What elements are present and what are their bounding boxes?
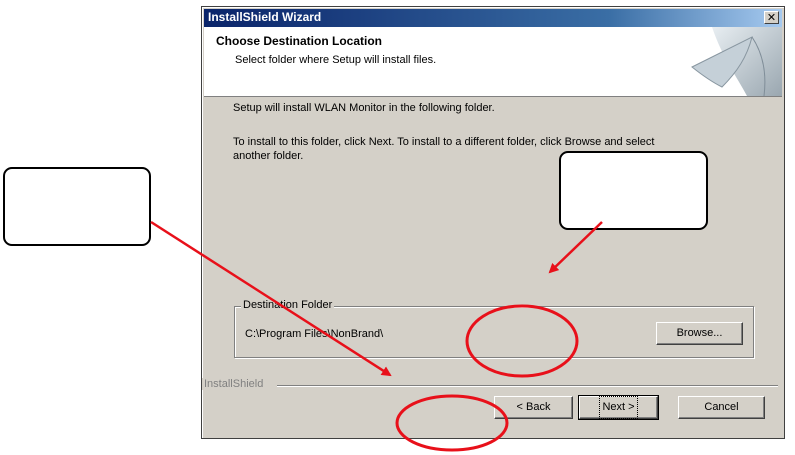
destination-folder-legend: Destination Folder (241, 299, 335, 311)
page-title: Choose Destination Location (216, 34, 383, 48)
browse-button[interactable]: Browse... (656, 322, 743, 345)
footer-divider (277, 385, 778, 387)
instruction-text-line2: another folder. (233, 150, 304, 162)
title-bar[interactable]: InstallShield Wizard ✕ (204, 9, 782, 27)
wizard-header: Choose Destination Location Select folde… (204, 27, 782, 97)
browse-button-label: Browse... (676, 327, 723, 339)
back-button[interactable]: < Back (494, 396, 573, 419)
cancel-button[interactable]: Cancel (678, 396, 765, 419)
cancel-button-label: Cancel (704, 401, 739, 413)
next-button-label: Next > (599, 396, 638, 419)
callout-box-left (3, 167, 151, 246)
destination-folder-group: Destination Folder C:\Program Files\NonB… (234, 299, 754, 358)
installshield-brand-label: InstallShield (202, 378, 266, 390)
callout-box-right (559, 151, 708, 230)
instruction-text-line1: To install to this folder, click Next. T… (233, 136, 655, 148)
install-info-text: Setup will install WLAN Monitor in the f… (233, 102, 495, 114)
window-title: InstallShield Wizard (208, 10, 322, 24)
close-icon: ✕ (766, 11, 777, 24)
wizard-banner-icon (691, 27, 782, 96)
close-button[interactable]: ✕ (764, 11, 779, 24)
next-button[interactable]: Next > (578, 395, 659, 420)
back-button-label: < Back (516, 401, 551, 413)
page-subtitle: Select folder where Setup will install f… (235, 54, 437, 66)
destination-path: C:\Program Files\NonBrand\ (245, 328, 384, 340)
